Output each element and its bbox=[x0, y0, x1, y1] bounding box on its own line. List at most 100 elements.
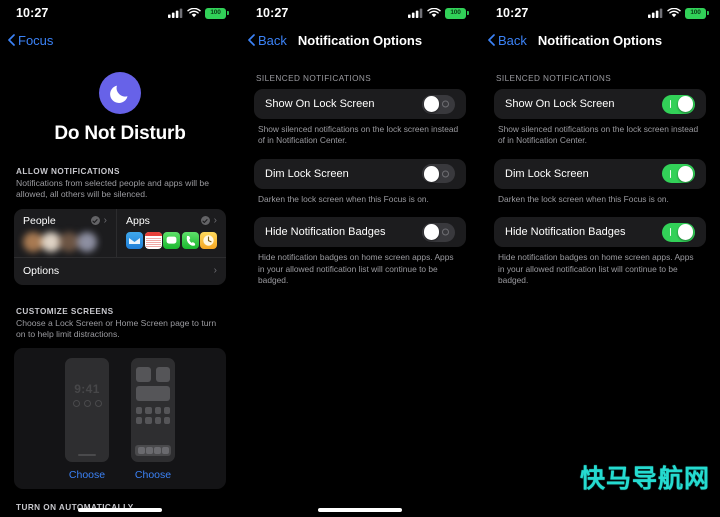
row-show-on-lock-screen[interactable]: Show On Lock Screen bbox=[254, 89, 466, 119]
chevron-left-icon bbox=[248, 34, 255, 46]
row-label: Show On Lock Screen bbox=[265, 98, 375, 110]
battery-icon: 100 bbox=[205, 7, 229, 19]
check-badge-icon bbox=[200, 216, 210, 226]
people-cell-header: People › bbox=[23, 215, 107, 227]
toggle-knob bbox=[677, 224, 694, 241]
people-avatars bbox=[23, 231, 107, 252]
toggle-off-mark bbox=[441, 100, 449, 108]
lock-screen-preview-column: 9:41 Choose bbox=[65, 358, 109, 481]
screenshot-stage: 10:27 100 Focus Do Not Disturb ALLOW NOT… bbox=[0, 0, 720, 517]
lock-screen-preview[interactable]: 9:41 bbox=[65, 358, 109, 463]
row-footnote: Darken the lock screen when this Focus i… bbox=[258, 193, 429, 204]
row-label: Hide Notification Badges bbox=[505, 226, 626, 239]
back-button[interactable]: Back bbox=[240, 33, 287, 48]
choose-home-screen-button[interactable]: Choose bbox=[135, 469, 171, 481]
home-indicator-preview bbox=[78, 454, 96, 457]
panel-notification-options-on: 10:27 100 Back Notification Options SILE… bbox=[480, 0, 720, 517]
messages-app-icon bbox=[163, 231, 180, 249]
watermark: 快马导航网 bbox=[579, 465, 710, 493]
status-bar-time: 10:27 bbox=[496, 6, 529, 20]
chevron-right-icon: › bbox=[103, 214, 107, 226]
page-title: Do Not Disturb bbox=[54, 123, 186, 144]
people-cell[interactable]: People › bbox=[14, 209, 116, 257]
nav-bar-notification-options: Back Notification Options bbox=[480, 26, 720, 54]
status-bar-icons: 100 bbox=[168, 7, 229, 19]
back-button-label: Focus bbox=[18, 32, 54, 48]
home-screen-widget-row bbox=[136, 367, 170, 383]
customize-screens-description: Choose a Lock Screen or Home Screen page… bbox=[16, 317, 217, 340]
silenced-notifications-header: SILENCED NOTIFICATIONS bbox=[256, 74, 372, 83]
toggle-on-mark bbox=[669, 100, 672, 108]
cellular-bars-icon bbox=[408, 8, 423, 18]
clock-app-icon bbox=[200, 231, 217, 249]
check-badge-icon bbox=[90, 216, 100, 226]
allow-notifications-section-header: ALLOW NOTIFICATIONS Notifications from s… bbox=[0, 167, 240, 201]
status-bar: 10:27 100 bbox=[480, 0, 720, 26]
chevron-right-icon: › bbox=[213, 265, 217, 277]
customize-screens-section-header: CUSTOMIZE SCREENS Choose a Lock Screen o… bbox=[0, 307, 240, 341]
toggle-hide-notification-badges[interactable] bbox=[662, 222, 695, 242]
home-screen-preview-column: Choose bbox=[131, 358, 175, 481]
toggle-hide-notification-badges[interactable] bbox=[422, 222, 455, 242]
avatar bbox=[23, 231, 43, 252]
apps-cell-header: Apps › bbox=[126, 215, 217, 227]
toggle-dim-lock-screen[interactable] bbox=[422, 164, 455, 184]
focus-header: Do Not Disturb bbox=[0, 72, 240, 145]
status-bar-icons: 100 bbox=[648, 7, 709, 19]
cellular-bars-icon bbox=[648, 8, 663, 18]
avatar bbox=[59, 231, 79, 252]
home-screen-dock bbox=[135, 445, 171, 457]
toggle-knob bbox=[677, 96, 694, 112]
back-button[interactable]: Back bbox=[480, 33, 527, 48]
toggle-knob bbox=[423, 224, 440, 241]
phone-app-icon bbox=[181, 231, 199, 249]
lock-screen-widget-placeholders bbox=[65, 400, 109, 408]
allow-notifications-title: ALLOW NOTIFICATIONS bbox=[16, 167, 120, 176]
toggle-knob bbox=[677, 165, 694, 182]
row-footnote: Show silenced notifications on the lock … bbox=[258, 124, 459, 146]
row-label: Dim Lock Screen bbox=[265, 167, 349, 180]
screen-previews: 9:41 Choose Choose bbox=[14, 358, 226, 481]
row-dim-lock-screen[interactable]: Dim Lock Screen bbox=[494, 158, 706, 189]
silenced-notifications-list: SILENCED NOTIFICATIONS Show On Lock Scre… bbox=[240, 74, 480, 287]
avatar bbox=[77, 231, 97, 252]
row-dim-lock-screen[interactable]: Dim Lock Screen bbox=[254, 158, 466, 189]
row-footnote: Darken the lock screen when this Focus i… bbox=[498, 193, 669, 204]
options-row[interactable]: Options › bbox=[14, 256, 226, 285]
row-footnote: Show silenced notifications on the lock … bbox=[498, 124, 699, 146]
apps-cell[interactable]: Apps › bbox=[116, 208, 226, 257]
battery-level: 100 bbox=[690, 8, 701, 16]
home-screen-preview[interactable] bbox=[131, 358, 175, 463]
battery-icon: 100 bbox=[685, 7, 709, 19]
nav-bar-focus: Focus bbox=[0, 26, 240, 54]
row-footnote: Hide notification badges on home screen … bbox=[258, 252, 454, 286]
cellular-bars-icon bbox=[168, 8, 183, 18]
row-hide-notification-badges[interactable]: Hide Notification Badges bbox=[494, 217, 706, 248]
status-bar-icons: 100 bbox=[408, 7, 469, 19]
toggle-show-on-lock-screen[interactable] bbox=[422, 94, 455, 114]
row-label: Show On Lock Screen bbox=[505, 98, 615, 110]
toggle-knob bbox=[423, 165, 440, 182]
row-show-on-lock-screen[interactable]: Show On Lock Screen bbox=[494, 89, 706, 119]
row-hide-notification-badges[interactable]: Hide Notification Badges bbox=[254, 217, 466, 248]
choose-lock-screen-button[interactable]: Choose bbox=[69, 469, 105, 481]
toggle-dim-lock-screen[interactable] bbox=[662, 164, 695, 184]
mail-app-icon bbox=[126, 231, 143, 249]
status-bar: 10:27 100 bbox=[240, 0, 480, 26]
toggle-on-mark bbox=[669, 228, 672, 237]
home-indicator bbox=[318, 508, 402, 512]
allow-notifications-card: People › Apps › Options › bbox=[14, 208, 226, 285]
panel-notification-options-off: 10:27 100 Back Notification Options SILE… bbox=[240, 0, 480, 517]
row-label: Dim Lock Screen bbox=[505, 167, 589, 180]
toggle-show-on-lock-screen[interactable] bbox=[662, 94, 695, 114]
status-bar-time: 10:27 bbox=[256, 6, 289, 20]
chevron-left-icon bbox=[8, 34, 15, 46]
battery-icon: 100 bbox=[445, 7, 469, 19]
home-indicator bbox=[78, 508, 162, 512]
status-bar-time: 10:27 bbox=[16, 6, 49, 20]
back-button-focus[interactable]: Focus bbox=[0, 33, 53, 48]
allow-card-top: People › Apps › bbox=[14, 208, 226, 257]
